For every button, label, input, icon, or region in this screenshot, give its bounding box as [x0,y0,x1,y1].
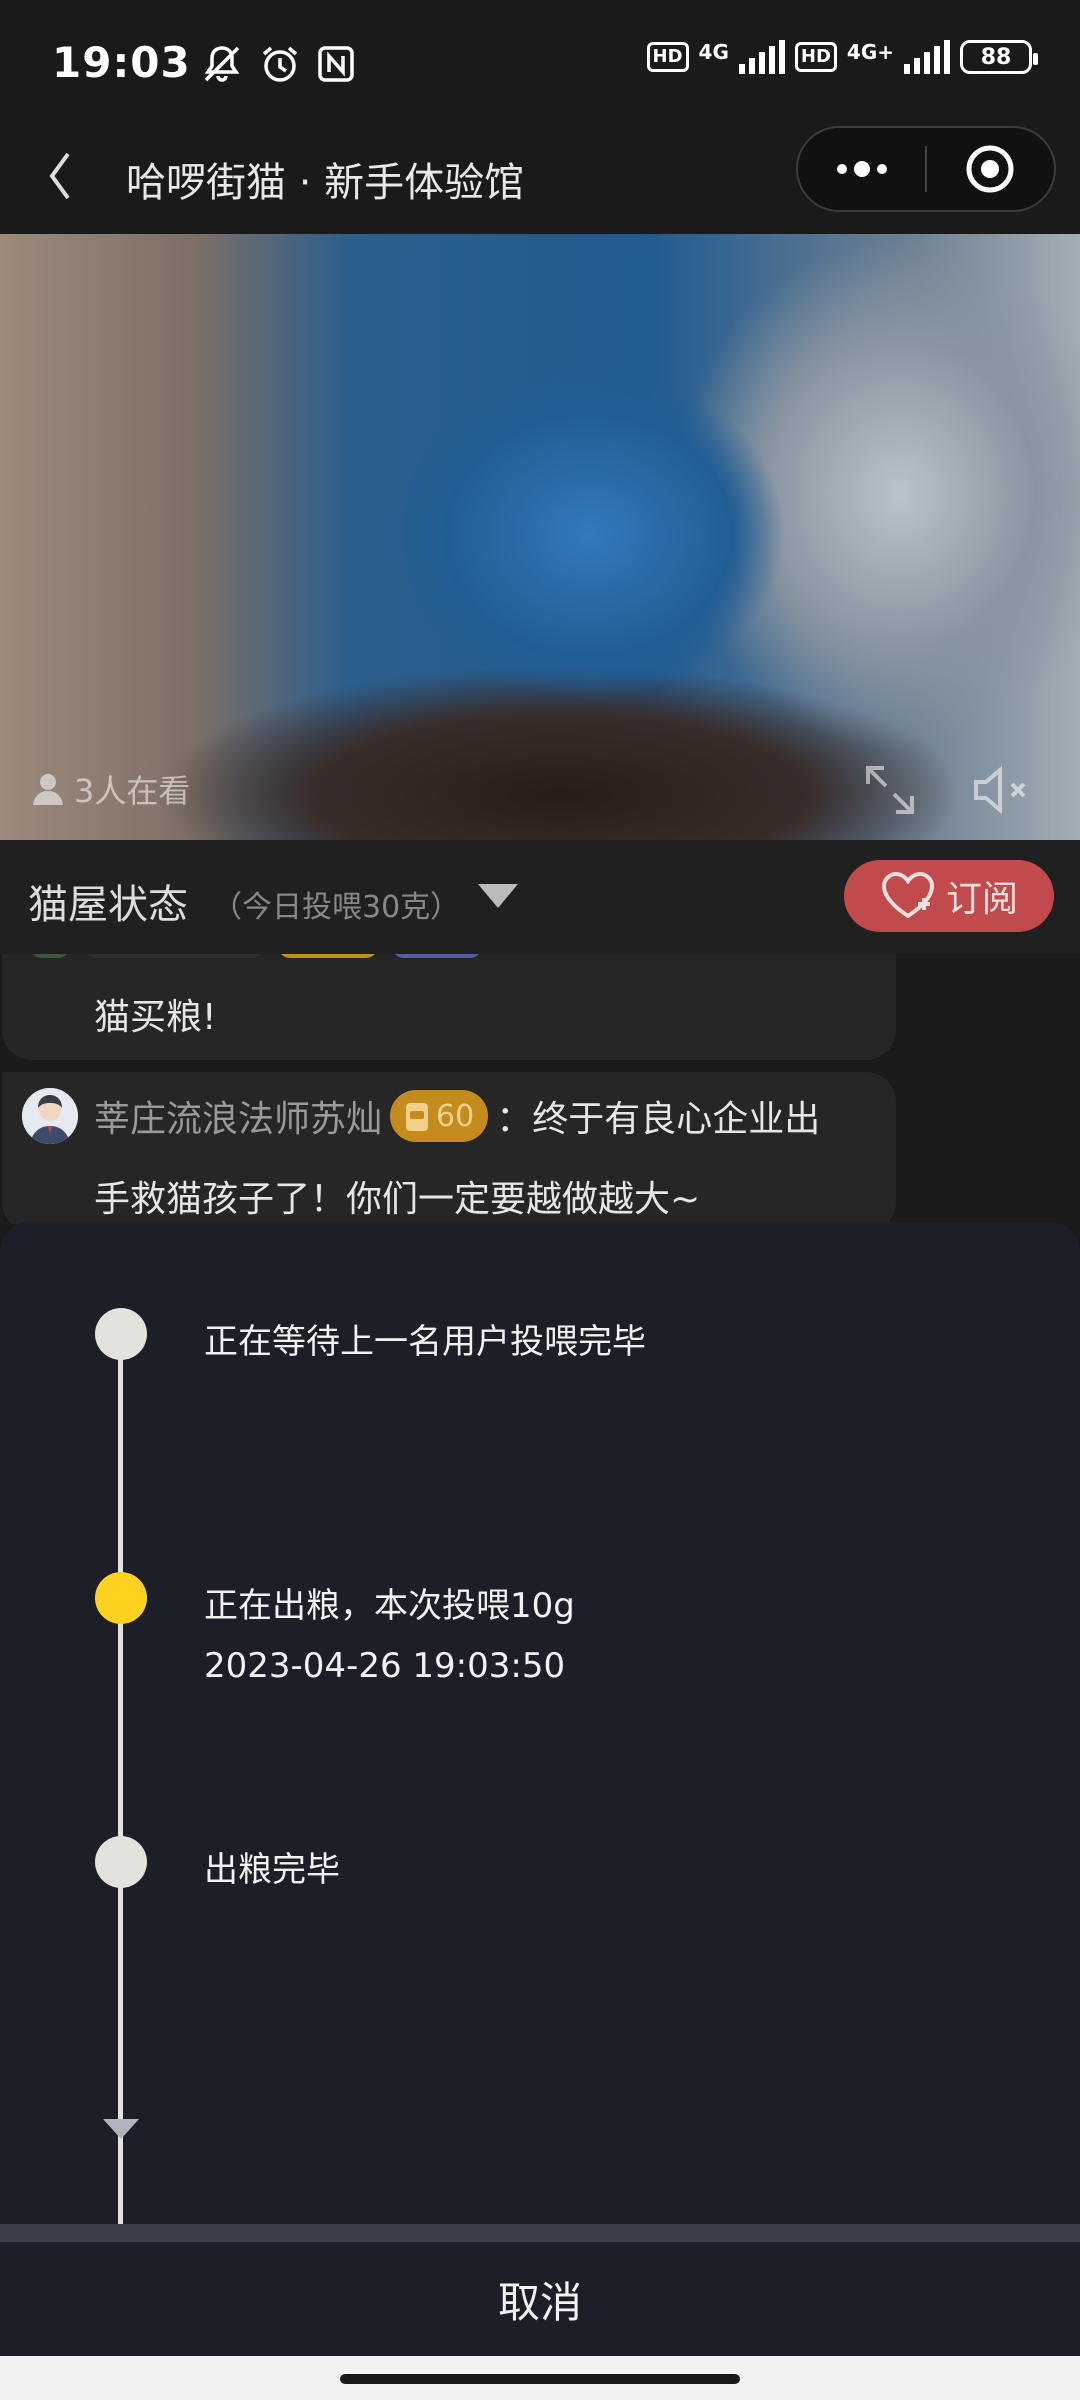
chat-message-text: ：终于有良心企业出 [496,1099,821,1140]
hd-badge-2: HD [794,42,837,72]
signal-icon [738,40,785,74]
timeline-dot-wait [95,1308,147,1360]
level-badge: 60 [390,1090,489,1142]
caret-down-icon [103,2119,139,2139]
page-title: 哈啰街猫 · 新手体验馆 [126,160,525,206]
viewer-count-text: 3人在看 [74,772,191,810]
target-circle-icon [966,145,1014,193]
battery-level: 88 [980,44,1012,70]
mini-program-capsule [796,126,1056,212]
speaker-mute-icon [974,765,1026,815]
fullscreen-icon [866,766,914,814]
cancel-button[interactable]: 取消 [0,2242,1080,2356]
mute-button[interactable] [972,764,1036,820]
timeline-dot-active [95,1572,147,1624]
close-miniprogram-button[interactable] [927,128,1054,210]
today-feed-amount: （今日投喂30克） [212,890,461,925]
user-avatar-icon [22,1088,78,1144]
chat-message: 莘庄流浪法师苏灿 60 ：终于有良心企业出 手救猫孩子了！你们一定要越做越大~ [2,1072,896,1224]
hd-badge: HD [646,42,689,72]
more-dots-icon [836,161,887,177]
viewer-count: 3人在看 [30,766,190,812]
timeline-line [118,1332,123,2322]
step-waiting-text: 正在等待上一名用户投喂完毕 [204,1322,646,1362]
chat-message: 猫买粮! [2,954,896,1060]
battery-icon: 88 [960,40,1038,74]
partial-tag-badge [392,954,482,958]
live-video[interactable]: 3人在看 [0,234,1080,840]
network-type: 4G [698,40,729,64]
mute-icon [204,46,240,82]
chat-list[interactable]: 猫买粮! 莘庄流浪法师苏灿 60 ：终于有良心企业出 手救猫孩子了！你们一定要越… [0,954,1080,1224]
step-dispensing-text: 正在出粮，本次投喂10g [204,1586,575,1626]
step-done-text: 出粮完毕 [204,1850,340,1890]
gesture-bar-area [0,2356,1080,2400]
user-icon [33,774,63,805]
partial-avatar [30,954,70,958]
heart-plus-icon [881,871,934,919]
partial-name [84,954,264,958]
status-left-icons [200,42,356,86]
signal-icon-2 [904,40,950,74]
step-dispensing-time: 2023-04-26 19:03:50 [204,1646,566,1686]
alarm-icon [262,46,298,82]
caret-down-icon [478,884,518,908]
avatar[interactable] [22,1088,78,1144]
status-bar: 19:03 HD 4G HD 4G+ 88 [0,0,1080,126]
chat-message-text-cont: 手救猫孩子了！你们一定要越做越大~ [94,1179,701,1220]
feeding-progress-sheet: 正在等待上一名用户投喂完毕 正在出粮，本次投喂10g 2023-04-26 19… [0,1222,1080,2322]
status-time: 19:03 [52,38,191,87]
partial-user-line [30,954,482,958]
timeline-dot-done [95,1836,147,1888]
food-bag-icon [406,1103,429,1131]
timeline-end-arrow [101,2117,141,2145]
chat-message-header: 莘庄流浪法师苏灿 60 ：终于有良心企业出 [94,1090,820,1142]
chat-username[interactable]: 莘庄流浪法师苏灿 [94,1090,382,1142]
subscribe-label: 订阅 [945,879,1018,920]
level-number: 60 [436,1098,475,1134]
fullscreen-button[interactable] [862,762,918,822]
chat-message-text: 猫买粮! [94,997,217,1038]
more-button[interactable] [798,128,925,210]
back-button[interactable] [40,146,100,206]
sheet-divider [0,2224,1080,2242]
nav-bar: 哈啰街猫 · 新手体验馆 [0,126,1080,234]
status-right-icons: HD 4G HD 4G+ 88 [646,40,1038,74]
partial-level-badge [278,954,378,958]
cat-house-title: 猫屋状态 [28,882,188,928]
network-type-2: 4G+ [846,40,894,64]
status-dropdown-toggle[interactable] [476,882,520,914]
back-arrow-icon [49,152,70,200]
cat-house-status-bar: 猫屋状态 （今日投喂30克） 订阅 [0,840,1080,954]
nfc-icon [318,46,354,82]
subscribe-button[interactable]: 订阅 [844,860,1054,932]
home-indicator[interactable] [340,2374,740,2384]
